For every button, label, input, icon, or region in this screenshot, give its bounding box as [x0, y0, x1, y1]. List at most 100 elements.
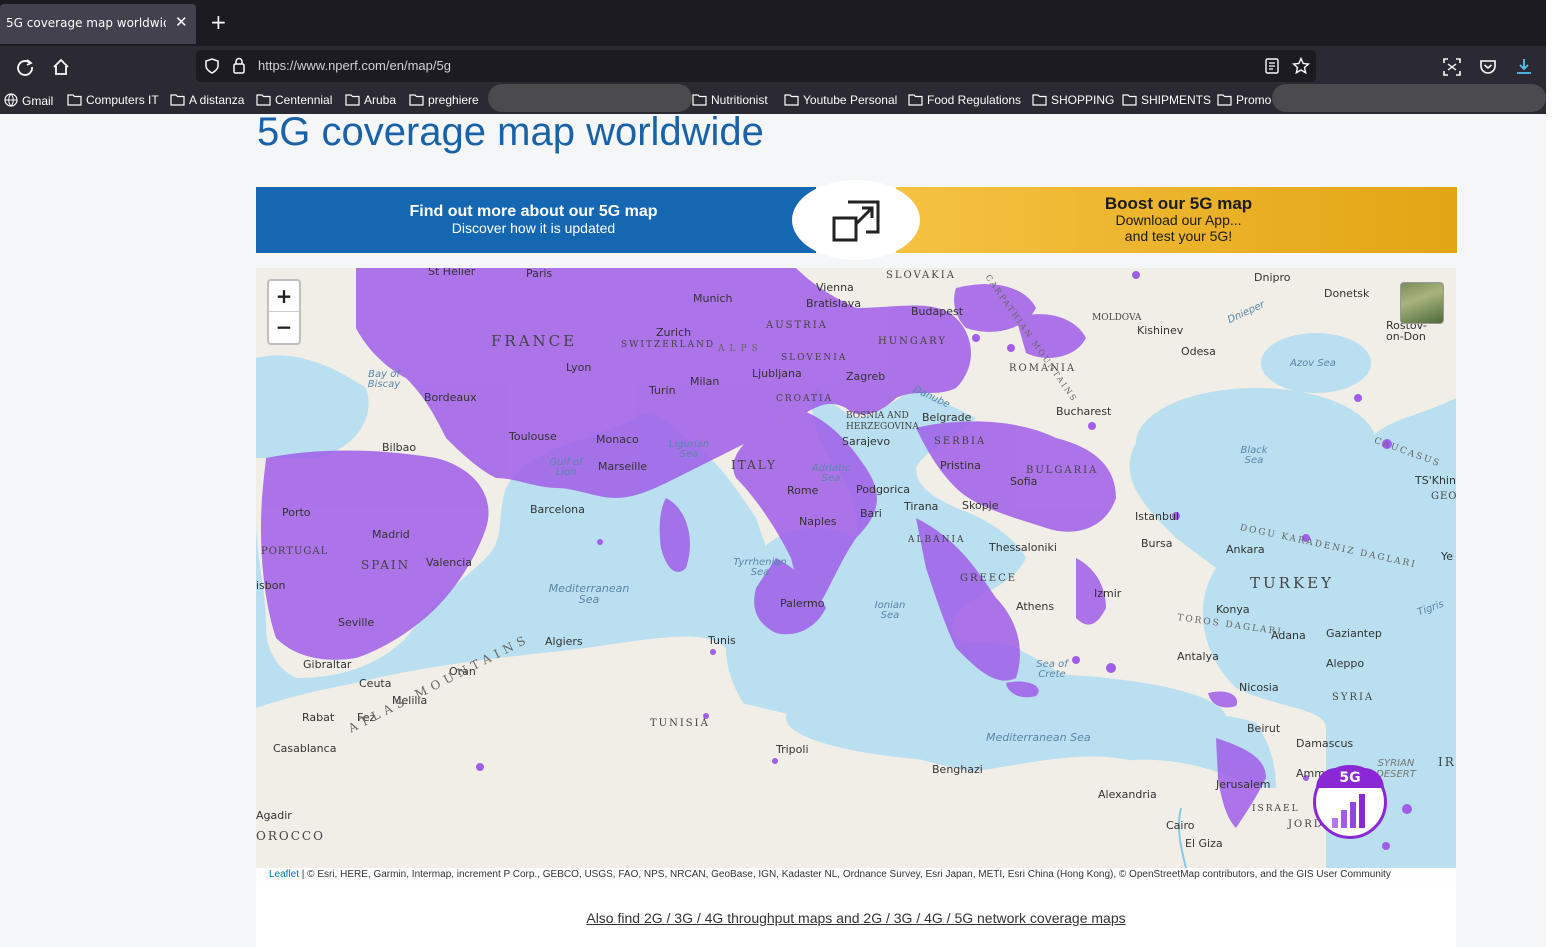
map-label-city: Paris: [526, 268, 553, 280]
map-label-sea: Mediterranean Sea: [548, 582, 630, 606]
folder-icon: [1122, 94, 1137, 106]
downloads-icon[interactable]: [1513, 56, 1535, 78]
leaflet-link[interactable]: Leaflet: [269, 869, 299, 880]
5g-legend-badge[interactable]: 5G: [1313, 765, 1387, 839]
map-label-city: Zurich: [656, 326, 692, 339]
map-label-city: Agadir: [256, 809, 292, 822]
banner-right-title: Boost our 5G map: [1104, 194, 1253, 213]
reader-view-icon[interactable]: [1264, 58, 1280, 74]
coverage-map[interactable]: FRANCE SPAIN PORTUGAL ITALY AUSTRIA SWIT…: [256, 268, 1456, 868]
map-label-city: Ye: [1441, 550, 1454, 563]
redaction: [1272, 84, 1546, 112]
folder-icon: [692, 94, 707, 106]
map-label-city: Aleppo: [1326, 657, 1365, 670]
map-label-city: Valencia: [426, 556, 473, 569]
map-label-city: Beirut: [1247, 722, 1281, 735]
address-bar[interactable]: https://www.nperf.com/en/map/5g: [196, 50, 1316, 82]
map-label-city: Antalya: [1177, 650, 1219, 663]
bookmark-folder[interactable]: A distanza: [170, 93, 244, 107]
map-label-city: Odesa: [1181, 345, 1216, 358]
map-label-city: Casablanca: [273, 742, 337, 755]
map-label-city: Algiers: [545, 635, 583, 648]
map-label-city: Konya: [1216, 603, 1250, 616]
bookmark-folder[interactable]: SHOPPING: [1032, 93, 1114, 107]
map-label-country: BOSNIA AND: [846, 411, 909, 421]
folder-icon: [1217, 94, 1232, 106]
map-label-city: Rome: [787, 484, 819, 497]
banner-right-subtitle-2: and test your 5G!: [1124, 228, 1233, 244]
reload-icon[interactable]: [14, 56, 36, 78]
url-text: https://www.nperf.com/en/map/5g: [258, 58, 451, 73]
map-label-city: Tirana: [904, 500, 939, 513]
map-label-country: SPAIN: [361, 558, 411, 572]
active-tab[interactable]: 5G coverage map worldwide - n ✕: [0, 4, 196, 44]
shield-icon[interactable]: [204, 58, 220, 74]
zoom-in-button[interactable]: +: [269, 281, 299, 312]
globe-icon: [4, 93, 18, 107]
bookmark-folder[interactable]: Computers IT: [67, 93, 159, 107]
map-label-country: SLOVAKIA: [886, 270, 956, 281]
other-maps-link[interactable]: Also find 2G / 3G / 4G throughput maps a…: [256, 910, 1456, 926]
screenshot-icon[interactable]: [1441, 56, 1463, 78]
map-label-city: Vienna: [816, 281, 854, 294]
bookmark-folder[interactable]: SHIPMENTS: [1122, 93, 1211, 107]
map-label-city: Monaco: [596, 433, 639, 446]
bookmark-folder[interactable]: Nutritionist: [692, 93, 768, 107]
map-label-city: Gibraltar: [303, 658, 352, 671]
map-label-city: Toulouse: [509, 430, 557, 443]
map-label-city: Bucharest: [1056, 405, 1112, 418]
new-tab-icon[interactable]: +: [210, 12, 227, 32]
folder-icon: [1032, 94, 1047, 106]
bookmark-gmail[interactable]: Gmail: [4, 93, 53, 108]
map-label-city: Milan: [690, 375, 720, 388]
bookmark-folder[interactable]: Promo: [1217, 93, 1271, 107]
map-label-sea: Gulf of Lion: [549, 457, 583, 478]
map-label-country: SYRIA: [1332, 692, 1375, 703]
map-label-city: Gaziantep: [1326, 627, 1382, 640]
bookmark-label: Gmail: [22, 94, 54, 108]
lock-icon[interactable]: [232, 57, 246, 74]
map-label-city: Ankara: [1226, 543, 1265, 556]
signal-bars-icon: [1332, 794, 1365, 828]
bookmark-label: Nutritionist: [711, 93, 768, 107]
tab-close-icon[interactable]: ✕: [175, 13, 188, 31]
map-label-city: Sarajevo: [842, 435, 891, 448]
map-label-country: PORTUGAL: [261, 546, 329, 557]
map-label-city: Seville: [338, 616, 375, 629]
map-label-city: Budapest: [911, 305, 964, 318]
folder-icon: [67, 94, 82, 106]
pocket-icon[interactable]: [1477, 56, 1499, 78]
home-icon[interactable]: [50, 56, 72, 78]
bookmark-label: Youtube Personal: [803, 93, 898, 107]
layer-switcher-button[interactable]: [1400, 282, 1444, 324]
bookmark-folder[interactable]: Youtube Personal: [784, 93, 897, 107]
map-label-country: TURKEY: [1250, 574, 1334, 592]
map-label-sea: Adriatic Sea: [811, 463, 851, 484]
map-label-sea: Black Sea: [1240, 445, 1268, 466]
bookmarks-toolbar: Gmail Computers IT A distanza Centennial…: [0, 84, 1546, 114]
map-label-city: Dnipro: [1254, 271, 1291, 284]
map-label-city: Munich: [693, 292, 733, 305]
bookmark-folder[interactable]: preghiere: [409, 93, 479, 107]
bookmark-label: preghiere: [428, 93, 479, 107]
bookmark-label: Centennial: [275, 93, 333, 107]
map-label-sea: Ionian Sea: [874, 600, 906, 621]
bookmark-star-icon[interactable]: [1292, 57, 1310, 75]
banner-left-title: Find out more about our 5G map: [409, 203, 658, 220]
map-label-city: Bordeaux: [424, 391, 477, 404]
map-label-country: ROMANIA: [1009, 363, 1077, 374]
map-label-city: St Helier: [428, 268, 476, 278]
map-label-country: HUNGARY: [878, 336, 947, 347]
map-label-city: Kishinev: [1137, 324, 1184, 337]
map-label-country: GREECE: [960, 573, 1018, 584]
map-label-country: SWITZERLAND: [621, 340, 716, 350]
page-title: 5G coverage map worldwide: [257, 114, 764, 154]
zoom-out-button[interactable]: −: [269, 312, 299, 342]
expand-icon[interactable]: [830, 196, 884, 250]
bookmark-folder[interactable]: Food Regulations: [908, 93, 1021, 107]
banner-right-subtitle: Download our App...: [1115, 212, 1242, 228]
bookmark-folder[interactable]: Centennial: [256, 93, 332, 107]
bookmark-folder[interactable]: Aruba: [345, 93, 396, 107]
map-label-country: MOLDOVA: [1092, 313, 1142, 323]
badge-label: 5G: [1316, 768, 1384, 788]
